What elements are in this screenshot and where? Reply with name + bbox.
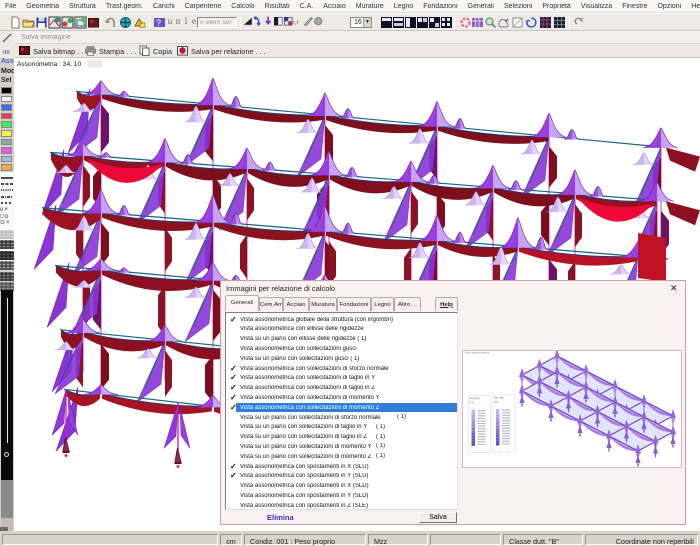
svg-text:Val. sup.: Val. sup. — [470, 396, 481, 400]
svg-text:?: ? — [156, 18, 161, 28]
svg-text:0.0: 0.0 — [494, 400, 498, 404]
svg-text:0.0: 0.0 — [470, 401, 474, 405]
svg-text:Assonometria : 34, 10: Assonometria : 34, 10 — [17, 61, 81, 68]
svg-text:Mzz assonometria: Mzz assonometria — [465, 351, 490, 355]
svg-text:Im: Im — [3, 50, 10, 56]
svg-text:r,r: r,r — [293, 19, 299, 26]
svg-text:Val. sup.: Val. sup. — [494, 396, 505, 400]
